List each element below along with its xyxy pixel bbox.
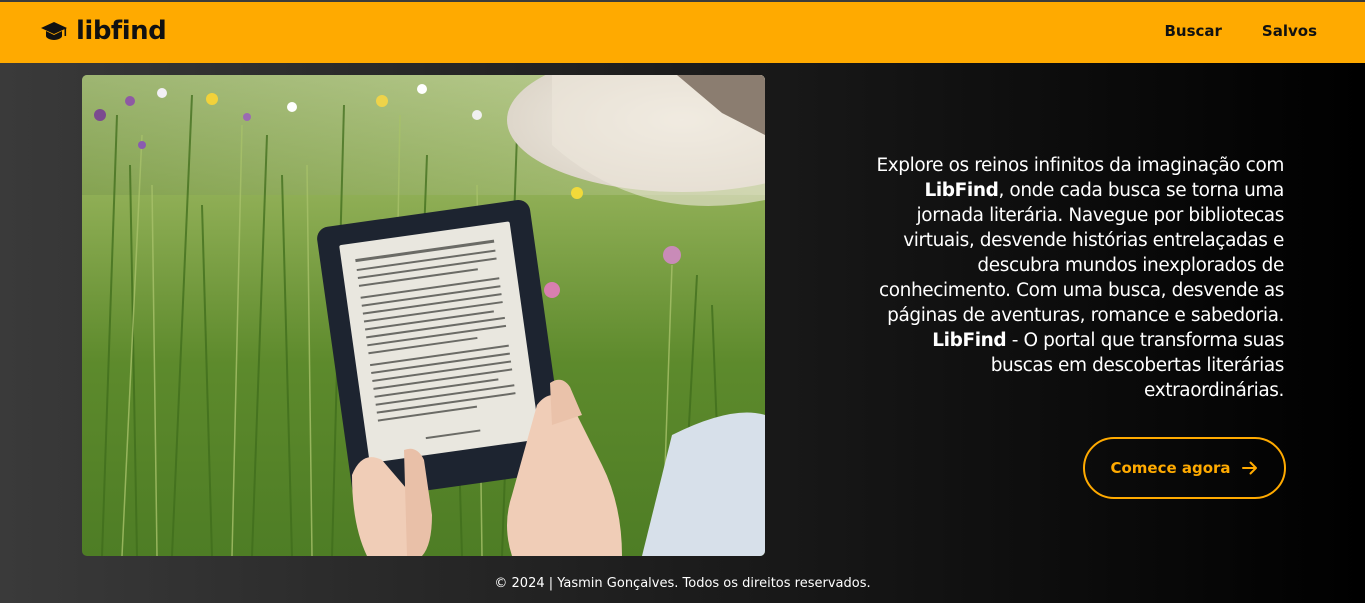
footer-copyright: © 2024 | Yasmin Gonçalves. Todos os dire… (494, 576, 871, 591)
description-brand-2: LibFind (932, 329, 1007, 351)
description-text-3: - O portal que transforma suas buscas em… (990, 329, 1285, 401)
nav-link-buscar[interactable]: Buscar (1164, 22, 1221, 40)
graduation-cap-icon (41, 22, 67, 40)
navbar: libfind Buscar Salvos (0, 2, 1365, 63)
nav-link-salvos[interactable]: Salvos (1262, 22, 1317, 40)
arrow-right-icon (1241, 461, 1257, 475)
brand-name: libfind (76, 16, 167, 46)
description-brand-1: LibFind (924, 179, 999, 201)
description-text-1: Explore os reinos infinitos da imaginaçã… (876, 154, 1284, 176)
main-nav: Buscar Salvos (1164, 22, 1317, 40)
hero-description: Explore os reinos infinitos da imaginaçã… (870, 153, 1284, 403)
footer: © 2024 | Yasmin Gonçalves. Todos os dire… (0, 576, 1365, 591)
start-now-button[interactable]: Comece agora (1083, 437, 1286, 499)
description-text-2: , onde cada busca se torna uma jornada l… (878, 179, 1284, 326)
start-now-label: Comece agora (1110, 459, 1231, 477)
hero-image (82, 75, 765, 556)
brand-logo[interactable]: libfind (40, 14, 167, 48)
